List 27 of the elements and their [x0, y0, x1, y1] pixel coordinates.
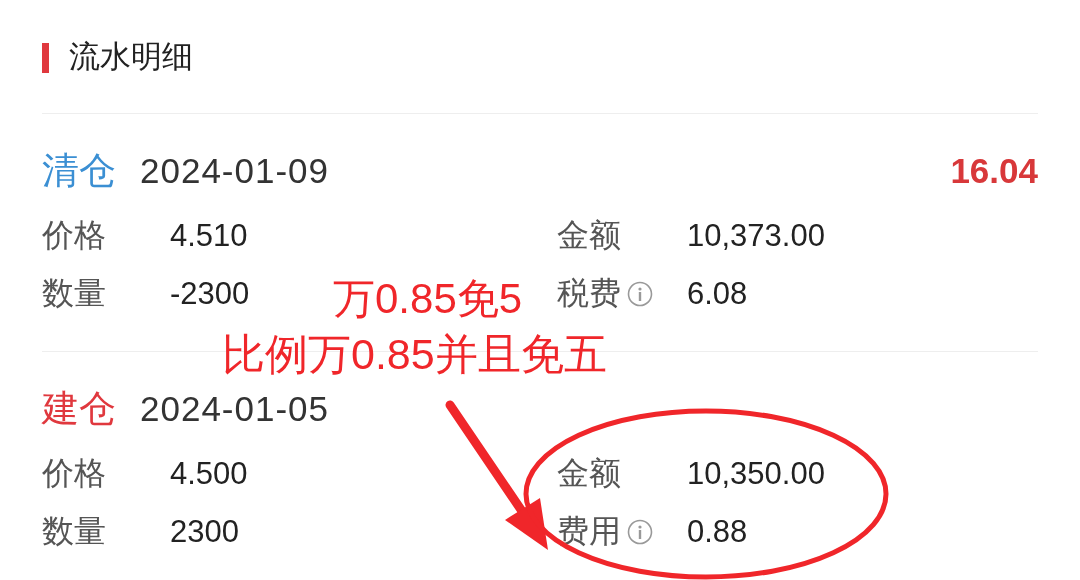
annotation-text: 万0.85免5: [333, 278, 523, 320]
field-label: 费用: [557, 512, 621, 551]
field-value: -2300: [170, 276, 250, 312]
field-value: 6.08: [687, 276, 748, 312]
info-icon[interactable]: [627, 281, 653, 307]
field-value: 2300: [170, 514, 239, 550]
field-label: 金额: [557, 454, 621, 493]
field-value: 4.500: [170, 456, 248, 492]
profit-amount: 16.04: [950, 151, 1038, 191]
field-value: 10,373.00: [687, 218, 825, 254]
annotation-text: 比例万0.85并且免五: [222, 333, 607, 376]
section-title: 流水明细: [69, 37, 193, 76]
record-type: 建仓: [42, 387, 116, 431]
field-value: 0.88: [687, 514, 748, 550]
field-value: 10,350.00: [687, 456, 825, 492]
info-icon[interactable]: [627, 519, 653, 545]
field-label: 价格: [42, 454, 106, 493]
field-label: 税费: [557, 274, 621, 313]
field-label: 价格: [42, 216, 106, 255]
field-label: 数量: [42, 274, 106, 313]
record-date: 2024-01-05: [140, 389, 330, 429]
field-label: 数量: [42, 512, 106, 551]
record-date: 2024-01-09: [140, 151, 330, 191]
record-type: 清仓: [42, 149, 116, 193]
field-value: 4.510: [170, 218, 248, 254]
accent-bar: [42, 42, 49, 73]
field-label: 金额: [557, 216, 621, 255]
